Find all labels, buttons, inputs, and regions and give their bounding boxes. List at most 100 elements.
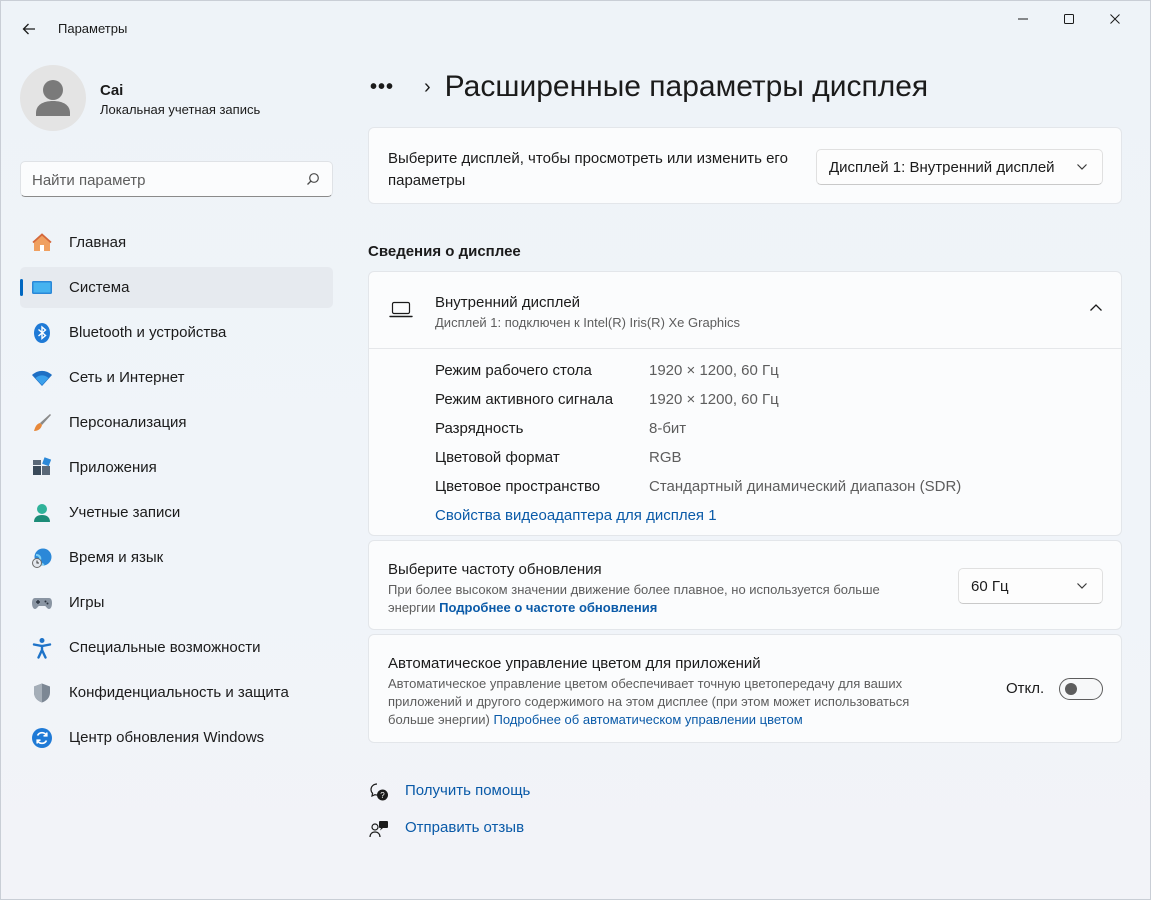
system-icon (31, 277, 53, 299)
maximize-button[interactable] (1046, 1, 1092, 37)
refresh-rate-learn-more-link[interactable]: Подробнее о частоте обновления (439, 600, 657, 615)
user-name: Cai (100, 82, 124, 99)
search-input[interactable] (32, 170, 292, 190)
refresh-rate-dropdown[interactable]: 60 Гц (958, 568, 1103, 604)
apps-icon (31, 457, 53, 479)
sidebar-nav: Главная Система Bluetooth и устройства С… (20, 222, 333, 762)
brush-icon (31, 412, 53, 434)
sidebar-item-label: Приложения (69, 459, 157, 476)
close-button[interactable] (1092, 1, 1138, 37)
back-arrow-icon (22, 23, 35, 35)
auto-color-title: Автоматическое управление цветом для при… (388, 655, 761, 672)
display-connection: Дисплей 1: подключен к Intel(R) Iris(R) … (435, 315, 741, 330)
info-key: Разрядность (435, 420, 524, 437)
sidebar-item-label: Учетные записи (69, 504, 181, 521)
get-help-link[interactable]: ? Получить помощь (368, 780, 530, 804)
chevron-up-icon[interactable] (1089, 303, 1103, 312)
sidebar-item-label: Специальные возможности (69, 639, 261, 656)
sidebar-item-windows-update[interactable]: Центр обновления Windows (20, 717, 333, 758)
feedback-icon (368, 818, 390, 840)
sidebar-item-apps[interactable]: Приложения (20, 447, 333, 488)
bluetooth-icon (31, 322, 53, 344)
sidebar-item-gaming[interactable]: Игры (20, 582, 333, 623)
section-title-display-info: Сведения о дисплее (368, 243, 521, 260)
chevron-right-icon: › (424, 75, 431, 98)
page-title: Расширенные параметры дисплея (444, 70, 929, 103)
display-info-card: Внутренний дисплей Дисплей 1: подключен … (368, 271, 1122, 536)
info-value: 1920 × 1200, 60 Гц (649, 362, 779, 379)
user-avatar-icon (36, 80, 70, 116)
auto-color-toggle[interactable] (1059, 678, 1103, 700)
sidebar-item-time-language[interactable]: Время и язык (20, 537, 333, 578)
home-icon (31, 232, 53, 254)
display-info-header[interactable]: Внутренний дисплей Дисплей 1: подключен … (369, 272, 1121, 349)
info-key: Цветовой формат (435, 449, 560, 466)
sidebar-item-personalization[interactable]: Персонализация (20, 402, 333, 443)
wifi-icon (31, 367, 53, 389)
accounts-icon (31, 502, 53, 524)
auto-color-learn-more-link[interactable]: Подробнее об автоматическом управлении ц… (494, 712, 803, 727)
info-key: Режим активного сигнала (435, 391, 614, 408)
back-button[interactable] (15, 15, 43, 43)
chevron-down-icon (1077, 164, 1087, 170)
sidebar-item-label: Система (69, 279, 130, 296)
info-value: RGB (649, 449, 682, 466)
toggle-knob (1065, 683, 1077, 695)
gamepad-icon (31, 592, 53, 614)
sidebar-item-bluetooth[interactable]: Bluetooth и устройства (20, 312, 333, 353)
refresh-rate-title: Выберите частоту обновления (388, 561, 602, 578)
send-feedback-label: Отправить отзыв (405, 819, 525, 836)
sidebar-item-label: Главная (69, 234, 127, 251)
auto-color-toggle-label: Откл. (1006, 680, 1045, 697)
title-bar: Параметры (1, 1, 1150, 49)
info-value: 1920 × 1200, 60 Гц (649, 391, 779, 408)
laptop-icon (389, 301, 413, 318)
display-dropdown[interactable]: Дисплей 1: Внутренний дисплей (816, 149, 1103, 185)
sidebar-item-home[interactable]: Главная (20, 222, 333, 263)
time-language-icon (31, 547, 53, 569)
maximize-icon (1064, 14, 1074, 24)
sidebar-item-label: Конфиденциальность и защита (69, 684, 289, 701)
display-select-label: Выберите дисплей, чтобы просмотреть или … (388, 150, 788, 189)
sidebar-item-label: Время и язык (69, 549, 164, 566)
info-value: 8-бит (649, 420, 687, 437)
search-box[interactable] (20, 161, 333, 197)
accessibility-icon (31, 637, 53, 659)
minimize-button[interactable] (1000, 1, 1046, 37)
minimize-icon (1018, 18, 1028, 20)
shield-icon (31, 682, 53, 704)
info-key: Цветовое пространство (435, 478, 601, 495)
search-icon[interactable] (306, 172, 320, 186)
help-icon: ? (368, 781, 390, 803)
display-name: Внутренний дисплей (435, 294, 581, 311)
update-icon (31, 727, 53, 749)
display-dropdown-value: Дисплей 1: Внутренний дисплей (829, 159, 1055, 176)
avatar[interactable] (20, 65, 86, 131)
sidebar-item-label: Bluetooth и устройства (69, 324, 227, 341)
account-type: Локальная учетная запись (100, 102, 261, 117)
sidebar-item-system[interactable]: Система (20, 267, 333, 308)
sidebar-item-label: Сеть и Интернет (69, 369, 185, 386)
settings-window: Параметры Cai Локальная учетная запись Г… (0, 0, 1151, 900)
sidebar-item-label: Игры (69, 594, 105, 611)
sidebar-item-accessibility[interactable]: Специальные возможности (20, 627, 333, 668)
auto-color-description: Автоматическое управление цветом обеспеч… (388, 675, 958, 729)
adapter-properties-link[interactable]: Свойства видеоадаптера для дисплея 1 (435, 507, 717, 524)
app-title: Параметры (58, 21, 128, 36)
refresh-rate-dropdown-value: 60 Гц (971, 578, 1009, 595)
sidebar-item-privacy[interactable]: Конфиденциальность и защита (20, 672, 333, 713)
sidebar-item-label: Центр обновления Windows (69, 729, 265, 746)
refresh-rate-description: При более высоком значении движение боле… (388, 581, 928, 617)
chevron-down-icon (1077, 583, 1087, 589)
breadcrumb-overflow-button[interactable]: ••• (370, 76, 404, 99)
sidebar-item-label: Персонализация (69, 414, 187, 431)
breadcrumb: ••• › Расширенные параметры дисплея (370, 65, 928, 109)
sidebar-item-network[interactable]: Сеть и Интернет (20, 357, 333, 398)
info-value: Стандартный динамический диапазон (SDR) (649, 478, 962, 495)
get-help-label: Получить помощь (405, 782, 531, 799)
close-icon (1110, 14, 1120, 24)
svg-text:?: ? (380, 791, 385, 800)
info-key: Режим рабочего стола (435, 362, 592, 379)
sidebar-item-accounts[interactable]: Учетные записи (20, 492, 333, 533)
send-feedback-link[interactable]: Отправить отзыв (368, 817, 524, 841)
